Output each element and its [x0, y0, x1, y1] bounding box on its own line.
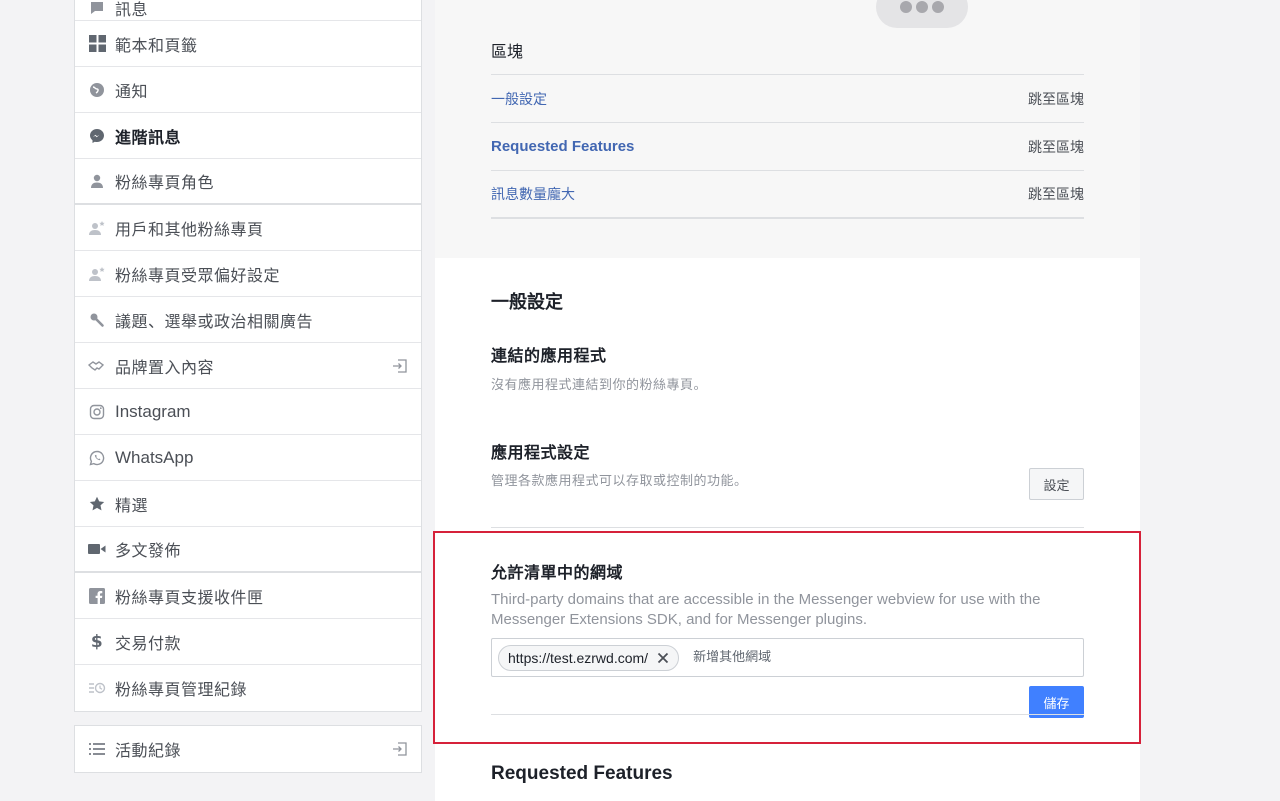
- sidebar-item-label: 訊息: [115, 0, 149, 19]
- block-link-general[interactable]: 一般設定: [491, 89, 547, 109]
- whitelisted-domains-desc: Third-party domains that are accessible …: [491, 591, 1041, 628]
- person-star-icon: [88, 265, 106, 283]
- block-link-high-volume[interactable]: 訊息數量龐大: [491, 184, 575, 204]
- dollar-icon: $: [90, 631, 104, 652]
- sidebar-item-page-management-history[interactable]: 粉絲專頁管理紀錄: [75, 665, 421, 711]
- typing-indicator-icon: [876, 0, 968, 28]
- sidebar-item-label: 範本和頁籤: [115, 35, 198, 55]
- close-icon[interactable]: [656, 651, 670, 665]
- sidebar-item-notifications[interactable]: 通知: [75, 67, 421, 113]
- external-link-icon[interactable]: [391, 740, 409, 758]
- list-icon: [88, 740, 106, 758]
- star-icon: [88, 495, 106, 513]
- domain-chip: https://test.ezrwd.com/: [498, 644, 680, 671]
- settings-sidebar: 訊息 範本和頁籤 通知 進階訊息 粉絲專頁角色 用戶和其他粉絲專頁 粉絲專頁受眾…: [74, 0, 422, 712]
- sidebar-item-label: 議題、選舉或政治相關廣告: [115, 311, 314, 331]
- sidebar-item-audience-preferences[interactable]: 粉絲專頁受眾偏好設定: [75, 251, 421, 297]
- block-row-general: 一般設定 跳至區塊: [491, 75, 1084, 123]
- blocks-title: 區塊: [491, 42, 524, 61]
- domain-input-field[interactable]: https://test.ezrwd.com/: [491, 638, 1084, 677]
- block-link-requested-features[interactable]: Requested Features: [491, 138, 634, 155]
- sidebar-item-payments[interactable]: $ 交易付款: [75, 619, 421, 665]
- sidebar-item-templates-tabs[interactable]: 範本和頁籤: [75, 21, 421, 67]
- chat-icon: [88, 0, 106, 17]
- blocks-panel: 區塊 一般設定 跳至區塊 Requested Features 跳至區塊 訊息數…: [435, 0, 1140, 258]
- divider: [491, 714, 1084, 715]
- divider: [491, 527, 1084, 528]
- blocks-table: 一般設定 跳至區塊 Requested Features 跳至區塊 訊息數量龐大…: [491, 74, 1084, 219]
- instagram-icon: [88, 403, 106, 421]
- linked-apps-desc: 沒有應用程式連結到你的粉絲專頁。: [491, 378, 708, 393]
- log-icon: [88, 679, 106, 697]
- sidebar-item-label: 交易付款: [115, 633, 182, 653]
- sidebar-item-messages[interactable]: 訊息: [75, 0, 421, 21]
- video-icon: [88, 540, 106, 558]
- requested-features-title: Requested Features: [491, 763, 673, 784]
- sidebar-item-label: 粉絲專頁受眾偏好設定: [115, 265, 281, 285]
- domain-chip-label: https://test.ezrwd.com/: [508, 649, 649, 666]
- sidebar-item-page-roles[interactable]: 粉絲專頁角色: [75, 159, 421, 205]
- sidebar-item-label: 品牌置入內容: [115, 357, 215, 377]
- main-content: 區塊 一般設定 跳至區塊 Requested Features 跳至區塊 訊息數…: [435, 0, 1140, 801]
- sidebar-item-label: 通知: [115, 81, 149, 101]
- wrench-icon: [88, 311, 106, 329]
- sidebar-item-label: 粉絲專頁管理紀錄: [115, 680, 248, 699]
- page: 訊息 範本和頁籤 通知 進階訊息 粉絲專頁角色 用戶和其他粉絲專頁 粉絲專頁受眾…: [0, 0, 1280, 801]
- app-settings-desc: 管理各款應用程式可以存取或控制的功能。: [491, 474, 748, 489]
- sidebar-item-people-other-pages[interactable]: 用戶和其他粉絲專頁: [75, 205, 421, 251]
- sidebar-item-advanced-messaging[interactable]: 進階訊息: [75, 113, 421, 159]
- sidebar-item-label: Instagram: [115, 401, 191, 421]
- sidebar-item-activity-log[interactable]: 活動紀錄: [75, 726, 421, 772]
- jump-to-block-link[interactable]: 跳至區塊: [1028, 184, 1084, 204]
- app-settings-button[interactable]: 設定: [1029, 468, 1084, 500]
- sidebar-item-crossposting[interactable]: 多文發佈: [75, 527, 421, 573]
- whitelisted-domains-title: 允許清單中的網域: [491, 563, 624, 582]
- sidebar-item-featured[interactable]: 精選: [75, 481, 421, 527]
- jump-to-block-link[interactable]: 跳至區塊: [1028, 137, 1084, 157]
- sidebar-item-support-inbox[interactable]: 粉絲專頁支援收件匣: [75, 573, 421, 619]
- sidebar-item-branded-content[interactable]: 品牌置入內容: [75, 343, 421, 389]
- sidebar-item-whatsapp[interactable]: WhatsApp: [75, 435, 421, 481]
- sidebar-item-instagram[interactable]: Instagram: [75, 389, 421, 435]
- facebook-icon: [88, 587, 106, 605]
- general-settings-title: 一般設定: [491, 292, 563, 313]
- external-link-icon[interactable]: [391, 357, 409, 375]
- whatsapp-icon: [88, 449, 106, 467]
- add-domain-input[interactable]: [693, 650, 994, 665]
- app-settings-title: 應用程式設定: [491, 443, 591, 462]
- sidebar-item-label: 進階訊息: [115, 127, 182, 147]
- sidebar-item-label: 用戶和其他粉絲專頁: [115, 219, 264, 239]
- sidebar-item-label: 多文發佈: [115, 541, 182, 560]
- linked-apps-title: 連結的應用程式: [491, 346, 607, 365]
- sidebar-item-label: 粉絲專頁角色: [115, 173, 215, 192]
- sidebar-item-label: WhatsApp: [115, 447, 194, 467]
- block-row-high-volume: 訊息數量龐大 跳至區塊: [491, 171, 1084, 219]
- person-star-icon: [88, 219, 106, 237]
- activity-log-panel: 活動紀錄: [74, 725, 422, 773]
- handshake-icon: [88, 357, 106, 375]
- globe-icon: [88, 81, 106, 99]
- sidebar-item-label: 精選: [115, 495, 149, 515]
- block-row-requested-features: Requested Features 跳至區塊: [491, 123, 1084, 171]
- sidebar-item-political-ads[interactable]: 議題、選舉或政治相關廣告: [75, 297, 421, 343]
- sidebar-item-label: 活動紀錄: [115, 741, 182, 760]
- jump-to-block-link[interactable]: 跳至區塊: [1028, 89, 1084, 109]
- grid-icon: [88, 35, 106, 53]
- sidebar-item-label: 粉絲專頁支援收件匣: [115, 587, 264, 607]
- messenger-icon: [88, 127, 106, 145]
- person-icon: [88, 172, 106, 190]
